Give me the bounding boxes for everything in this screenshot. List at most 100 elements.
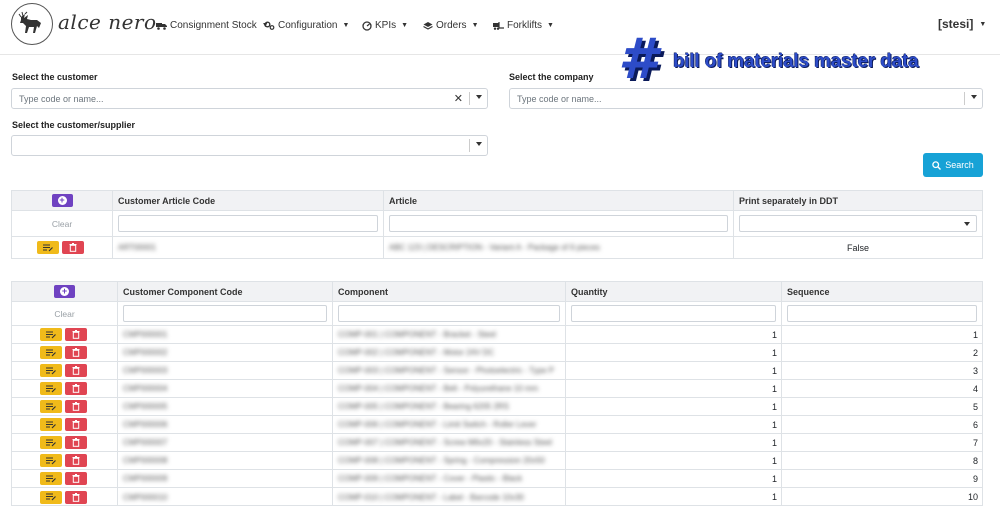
- edit-button[interactable]: [40, 400, 62, 413]
- delete-button[interactable]: [65, 382, 87, 395]
- quantity-value: 1: [771, 455, 777, 466]
- filter-cell: [333, 302, 566, 325]
- delete-button[interactable]: [65, 364, 87, 377]
- company-label: Select the company: [509, 72, 594, 82]
- actions-cell: [12, 326, 118, 343]
- col-header[interactable]: Customer Component Code: [118, 282, 333, 301]
- delete-button[interactable]: [65, 328, 87, 341]
- filter-component-input[interactable]: [338, 305, 560, 322]
- print-cell: False: [734, 237, 982, 258]
- table-row: CMP000002 COMP-002 | COMPONENT - Motor 24…: [12, 344, 982, 362]
- trash-icon: [72, 384, 80, 393]
- clear-filter-button[interactable]: Clear: [17, 219, 107, 229]
- clear-filter-button[interactable]: Clear: [17, 309, 112, 319]
- delete-button[interactable]: [65, 418, 87, 431]
- col-header[interactable]: Component: [333, 282, 566, 301]
- filter-component-code-input[interactable]: [123, 305, 327, 322]
- nav-label: Consignment Stock: [170, 20, 257, 31]
- quantity-value: 1: [771, 401, 777, 412]
- filter-cell: [113, 211, 384, 236]
- user-menu[interactable]: [stesi] ▼: [938, 17, 986, 31]
- chevron-down-icon: [964, 222, 970, 226]
- col-header[interactable]: Quantity: [566, 282, 782, 301]
- page-title: bill of materials master data: [672, 51, 919, 72]
- trash-icon: [69, 243, 77, 252]
- caret-down-icon: ▼: [547, 22, 554, 29]
- delete-button[interactable]: [65, 436, 87, 449]
- component-code-cell: CMP000007: [118, 434, 333, 451]
- filter-article-input[interactable]: [389, 215, 728, 232]
- chevron-down-icon[interactable]: [476, 142, 482, 146]
- sequence-cell: 3: [782, 362, 982, 379]
- col-header[interactable]: Print separately in DDT: [734, 191, 982, 210]
- delete-button[interactable]: [65, 472, 87, 485]
- add-article-button[interactable]: +: [51, 194, 73, 207]
- edit-button[interactable]: [40, 364, 62, 377]
- edit-button[interactable]: [37, 241, 59, 254]
- quantity-cell: 1: [566, 488, 782, 506]
- filter-sequence-input[interactable]: [787, 305, 977, 322]
- delete-button[interactable]: [65, 490, 87, 504]
- customer-placeholder: Type code or name...: [19, 93, 104, 104]
- table-header-row: + Customer Article Code Article Print se…: [12, 191, 982, 211]
- filter-quantity-input[interactable]: [571, 305, 776, 322]
- filter-cell: [566, 302, 782, 325]
- actions-cell: [12, 470, 118, 487]
- col-header[interactable]: Sequence: [782, 282, 982, 301]
- trash-icon: [72, 366, 80, 375]
- hashtag-symbol: #: [618, 27, 657, 92]
- edit-list-icon: [46, 457, 56, 464]
- page-title-overlay: # bill of materials master data: [618, 27, 919, 92]
- chevron-down-icon[interactable]: [476, 95, 482, 99]
- component-code-cell: CMP000004: [118, 380, 333, 397]
- nav-kpis[interactable]: KPIs ▼: [362, 20, 408, 31]
- component-code: CMP000002: [123, 348, 168, 357]
- nav-forklifts[interactable]: Forklifts ▼: [493, 20, 554, 31]
- quantity-cell: 1: [566, 398, 782, 415]
- component-description: COMP-004 | COMPONENT - Belt - Polyuretha…: [338, 384, 539, 393]
- clear-icon[interactable]: ✕: [454, 92, 463, 105]
- edit-button[interactable]: [40, 490, 62, 504]
- add-component-button[interactable]: +: [54, 285, 75, 298]
- col-header[interactable]: Article: [384, 191, 734, 210]
- nav-consignment-stock[interactable]: Consignment Stock ▼: [156, 20, 269, 31]
- delete-button[interactable]: [62, 241, 84, 254]
- filter-article-code-input[interactable]: [118, 215, 378, 232]
- company-select[interactable]: Type code or name...: [509, 88, 983, 109]
- edit-button[interactable]: [40, 436, 62, 449]
- nav-orders[interactable]: Orders ▼: [423, 20, 479, 31]
- delete-button[interactable]: [65, 400, 87, 413]
- edit-button[interactable]: [40, 382, 62, 395]
- nav-configuration[interactable]: Configuration ▼: [264, 20, 349, 31]
- supplier-select[interactable]: [11, 135, 488, 156]
- sequence-value: 3: [972, 365, 978, 376]
- component-cell: COMP-003 | COMPONENT - Sensor - Photoele…: [333, 362, 566, 379]
- component-cell: COMP-002 | COMPONENT - Motor 24V DC: [333, 344, 566, 361]
- sequence-cell: 4: [782, 380, 982, 397]
- logo-icon[interactable]: [11, 3, 53, 45]
- customer-select[interactable]: Type code or name... ✕: [11, 88, 488, 109]
- user-name: [stesi]: [938, 17, 974, 31]
- delete-button[interactable]: [65, 454, 87, 467]
- sequence-value: 7: [972, 437, 978, 448]
- table-row: CMP000007 COMP-007 | COMPONENT - Screw M6…: [12, 434, 982, 452]
- edit-button[interactable]: [40, 328, 62, 341]
- component-description: COMP-008 | COMPONENT - Spring - Compress…: [338, 456, 545, 465]
- chevron-down-icon[interactable]: [971, 95, 977, 99]
- delete-button[interactable]: [65, 346, 87, 359]
- col-header[interactable]: Customer Article Code: [113, 191, 384, 210]
- nav-label: KPIs: [375, 20, 397, 31]
- trash-icon: [72, 402, 80, 411]
- actions-cell: [12, 237, 113, 258]
- search-button[interactable]: Search: [923, 153, 983, 177]
- article-description: ABC 123 | DESCRIPTION - Variant A - Pack…: [389, 243, 600, 252]
- edit-button[interactable]: [40, 472, 62, 485]
- edit-button[interactable]: [40, 346, 62, 359]
- component-code-cell: CMP000003: [118, 362, 333, 379]
- filter-print-select[interactable]: [739, 215, 977, 232]
- edit-button[interactable]: [40, 418, 62, 431]
- trash-icon: [72, 420, 80, 429]
- table-header-row: + Customer Component Code Component Quan…: [12, 282, 982, 302]
- edit-list-icon: [46, 331, 56, 338]
- edit-button[interactable]: [40, 454, 62, 467]
